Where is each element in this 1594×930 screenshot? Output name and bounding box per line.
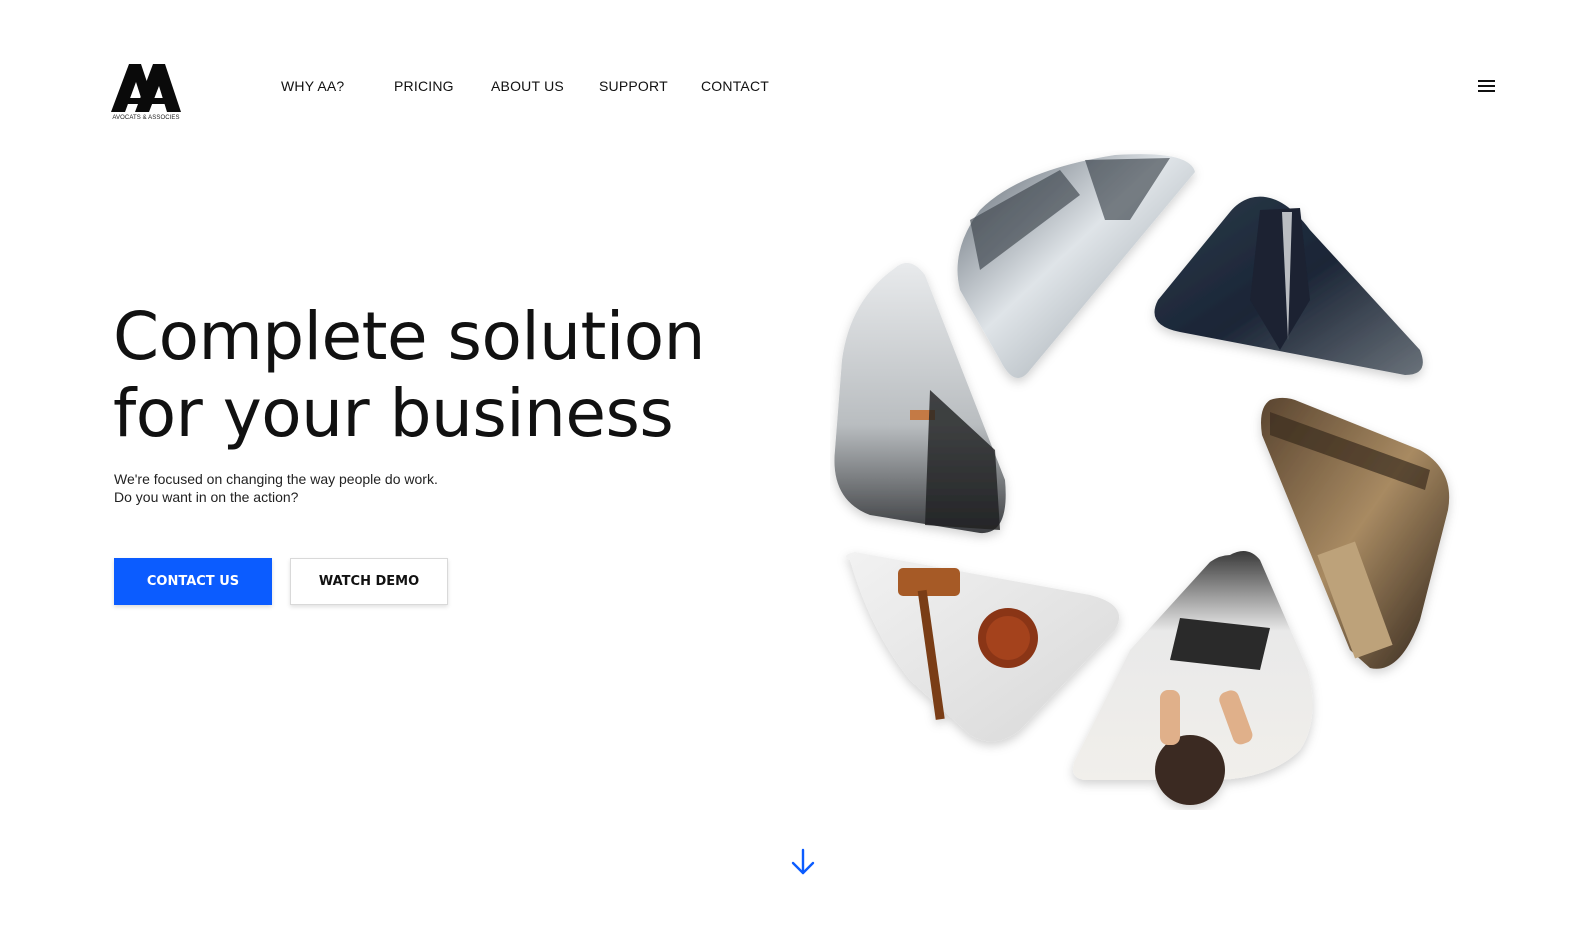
landing-page: AVOCATS & ASSOCIES WHY AA? PRICING ABOUT… <box>0 0 1594 930</box>
petal-laptop <box>1072 551 1313 805</box>
arrow-down-icon[interactable] <box>791 848 815 876</box>
hero-title-line-1: Complete solution <box>113 298 705 375</box>
petal-skyscrapers <box>957 154 1195 378</box>
nav-contact[interactable]: CONTACT <box>701 78 769 94</box>
hamburger-menu-icon[interactable] <box>1478 78 1496 94</box>
petal-gavel <box>846 552 1120 742</box>
logo[interactable]: AVOCATS & ASSOCIES <box>111 62 181 124</box>
nav-why-aa[interactable]: WHY AA? <box>281 78 344 94</box>
hero-subtitle-line-1: We're focused on changing the way people… <box>114 471 438 487</box>
contact-us-button[interactable]: CONTACT US <box>114 558 272 605</box>
hero-title-line-2: for your business <box>113 375 674 452</box>
logo-mark-icon <box>111 64 181 112</box>
nav-pricing[interactable]: PRICING <box>394 78 454 94</box>
watch-demo-button[interactable]: WATCH DEMO <box>290 558 448 605</box>
hero-subtitle: We're focused on changing the way people… <box>114 470 534 506</box>
hero-subtitle-line-2: Do you want in on the action? <box>114 489 299 505</box>
logo-text: AVOCATS & ASSOCIES <box>112 115 180 121</box>
petal-businessman <box>1154 196 1423 375</box>
nav-about-us[interactable]: ABOUT US <box>491 78 564 94</box>
hero-photo-collage <box>834 154 1450 805</box>
hero-title: Complete solution for your business <box>113 298 813 452</box>
nav-support[interactable]: SUPPORT <box>599 78 668 94</box>
